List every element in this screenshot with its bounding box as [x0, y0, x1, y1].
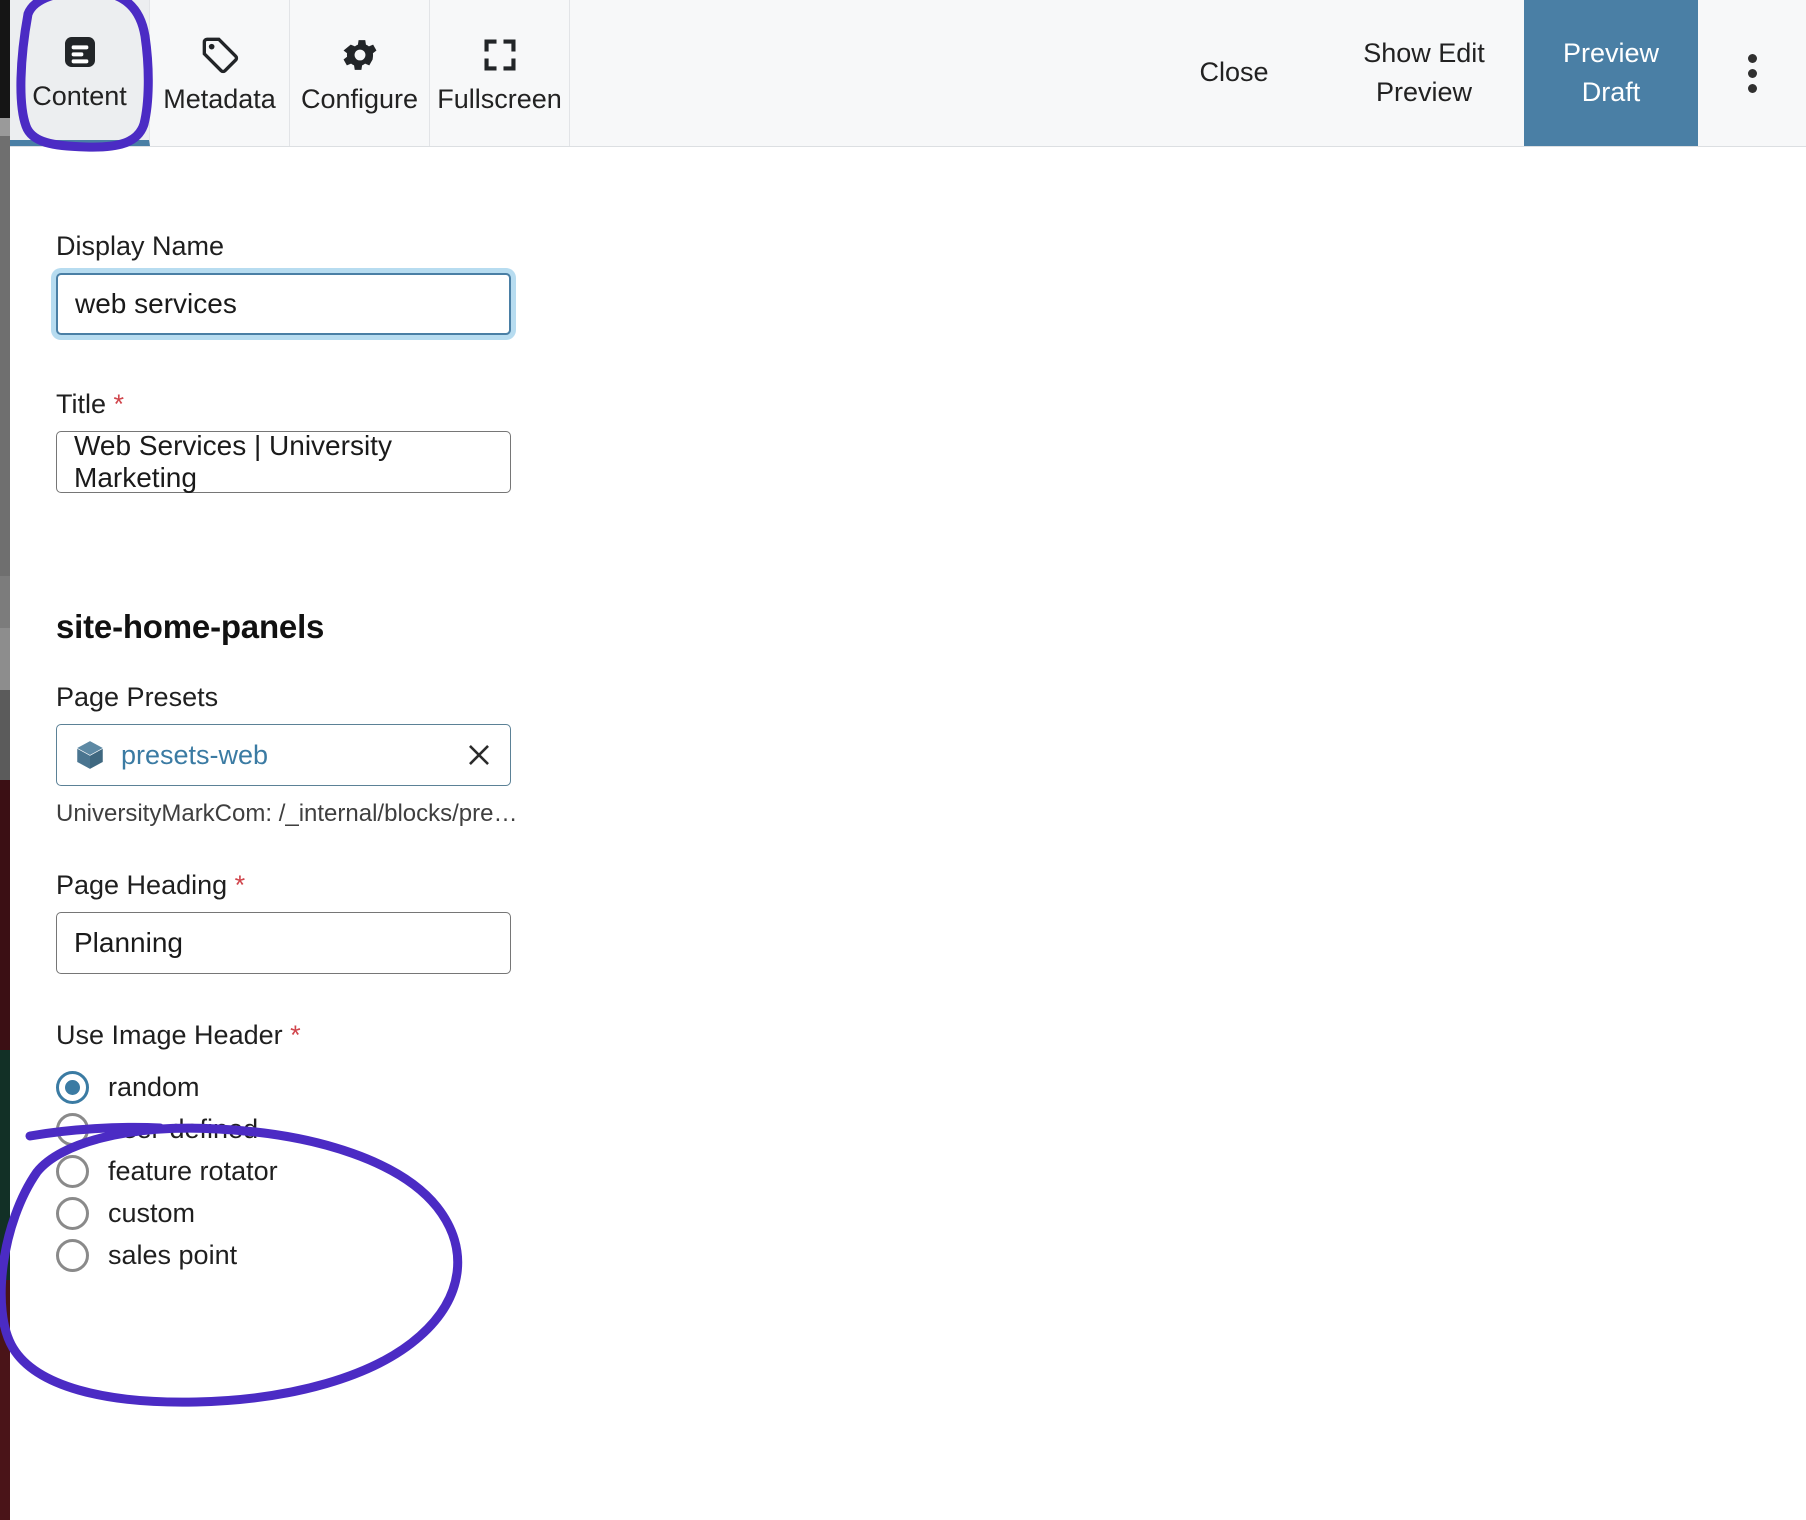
editor-toolbar: Content Metadata Configure Fullscreen Cl…: [10, 0, 1806, 147]
radio-indicator-sales-point[interactable]: [56, 1238, 89, 1272]
tab-content[interactable]: Content: [10, 0, 150, 146]
bg-strip-grey-4: [0, 628, 10, 690]
bg-strip-maroon: [0, 780, 10, 1050]
use-image-header-label: Use Image Header *: [56, 1022, 1806, 1049]
radio-indicator-custom[interactable]: [56, 1196, 89, 1230]
page-heading-label: Page Heading *: [56, 872, 1806, 899]
radio-option-random[interactable]: random: [56, 1066, 1806, 1108]
bg-strip-maroon-2: [0, 1280, 10, 1520]
bg-strip-grey-1: [0, 118, 10, 136]
display-name-label: Display Name: [56, 231, 225, 261]
tab-metadata-label: Metadata: [163, 83, 276, 114]
radio-option-user-defined[interactable]: user-defined: [56, 1108, 1806, 1150]
radio-label-custom: custom: [108, 1197, 196, 1228]
radio-label-sales-point: sales point: [108, 1239, 238, 1270]
radio-label-user-defined: user-defined: [108, 1113, 259, 1144]
more-options-button[interactable]: [1698, 0, 1806, 146]
fullscreen-icon: [481, 34, 519, 76]
page-heading-input[interactable]: Planning: [56, 912, 511, 974]
page-presets-chip-label: presets-web: [121, 739, 269, 770]
radio-label-feature-rotator: feature rotator: [108, 1155, 278, 1186]
close-button[interactable]: Close: [1144, 0, 1324, 146]
radio-label-random: random: [108, 1071, 200, 1102]
page-presets-chip[interactable]: presets-web: [56, 724, 511, 786]
title-input[interactable]: Web Services | University Marketing: [56, 430, 511, 493]
page-presets-helper-text: UniversityMarkCom: /_internal/blocks/pre…: [56, 800, 526, 827]
document-lines-icon: [60, 31, 100, 73]
page-heading-label-text: Page Heading: [56, 870, 228, 900]
field-page-heading: Page Heading * Planning: [56, 872, 1806, 974]
tab-configure[interactable]: Configure: [290, 0, 430, 146]
bg-strip-grey-3: [0, 576, 10, 628]
page-heading-required-marker: *: [234, 870, 246, 900]
tab-configure-label: Configure: [300, 83, 419, 114]
preview-draft-button[interactable]: Preview Draft: [1524, 0, 1698, 146]
editor-window: Content Metadata Configure Fullscreen Cl…: [10, 0, 1806, 1520]
display-name-input[interactable]: web services: [56, 273, 511, 335]
background-window-sliver: [0, 0, 10, 1520]
tab-metadata[interactable]: Metadata: [150, 0, 290, 146]
tab-fullscreen-label: Fullscreen: [437, 83, 562, 114]
radio-indicator-random[interactable]: [56, 1070, 89, 1104]
field-page-presets: Page Presets presets-web UniversityMarkC: [56, 684, 1806, 828]
tag-icon: [200, 34, 240, 76]
radio-indicator-user-defined[interactable]: [56, 1112, 89, 1146]
bg-strip-green: [0, 1050, 10, 1280]
use-image-header-required-marker: *: [290, 1020, 301, 1050]
field-display-name: Display Name web services: [56, 233, 1806, 335]
close-icon[interactable]: [462, 738, 496, 772]
section-heading-site-home-panels: site-home-panels: [56, 608, 325, 645]
tab-content-label: Content: [32, 80, 127, 111]
more-vertical-icon: [1747, 53, 1757, 93]
show-edit-preview-button[interactable]: Show Edit Preview: [1324, 0, 1524, 146]
editor-form: Display Name web services Title * Web Se…: [10, 147, 1806, 1276]
bg-strip-grey-2: [0, 136, 10, 576]
radio-option-sales-point[interactable]: sales point: [56, 1234, 1806, 1276]
field-use-image-header: Use Image Header * random user-defined f…: [56, 1022, 1806, 1276]
cube-icon: [73, 738, 107, 772]
field-title: Title * Web Services | University Market…: [56, 391, 1806, 493]
title-required-marker: *: [113, 389, 125, 419]
radio-option-custom[interactable]: custom: [56, 1192, 1806, 1234]
radio-option-feature-rotator[interactable]: feature rotator: [56, 1150, 1806, 1192]
bg-strip-grey-5: [0, 690, 10, 780]
title-label-text: Title: [56, 389, 107, 419]
title-label: Title *: [56, 391, 1806, 418]
use-image-header-label-text: Use Image Header: [56, 1020, 283, 1050]
bg-strip-dark-top: [0, 0, 10, 118]
gear-icon: [339, 34, 381, 76]
tab-fullscreen[interactable]: Fullscreen: [430, 0, 570, 146]
page-presets-label: Page Presets: [56, 682, 219, 712]
radio-indicator-feature-rotator[interactable]: [56, 1154, 89, 1188]
